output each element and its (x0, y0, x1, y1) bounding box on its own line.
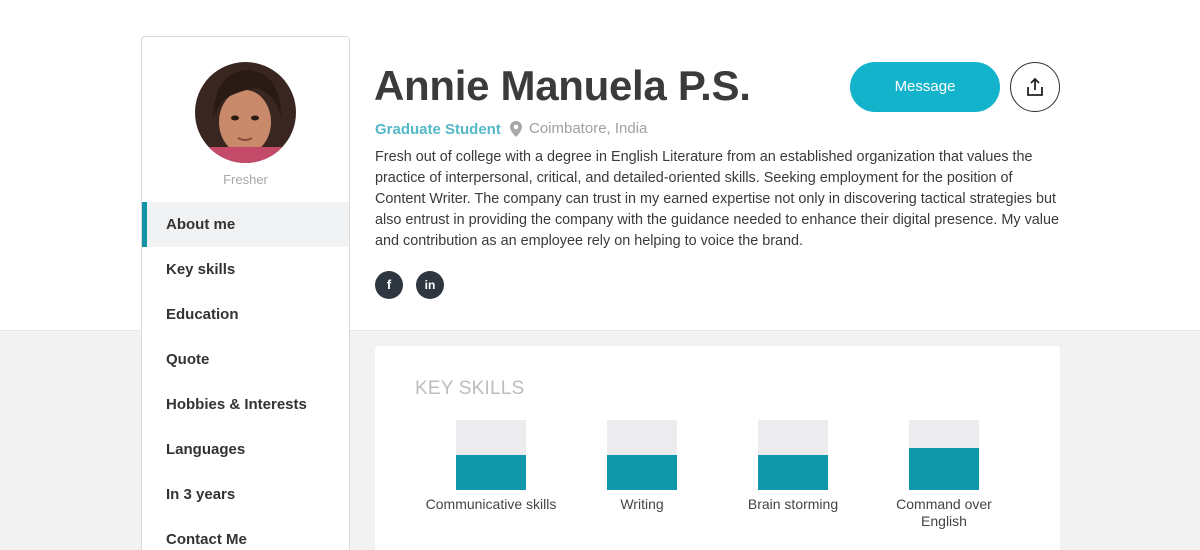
linkedin-icon[interactable]: in (416, 271, 444, 299)
sidebar-item-in-3-years[interactable]: In 3 years (142, 472, 349, 517)
key-skills-title: KEY SKILLS (415, 378, 525, 399)
location-text: Coimbatore, India (529, 120, 648, 137)
key-skills-card: KEY SKILLS Communicative skills Writing … (375, 346, 1060, 550)
sidebar-item-hobbies[interactable]: Hobbies & Interests (142, 382, 349, 427)
sidebar-item-education[interactable]: Education (142, 292, 349, 337)
location-pin-icon (510, 120, 522, 137)
skill-item: Communicative skills (421, 420, 561, 513)
skill-item: Writing (572, 420, 712, 513)
facebook-icon[interactable]: f (375, 271, 403, 299)
skill-label: Communicative skills (425, 496, 557, 512)
sidebar-item-languages[interactable]: Languages (142, 427, 349, 472)
skill-bar-fill (456, 455, 526, 490)
skill-bar-fill (607, 455, 677, 490)
skill-bar (456, 420, 526, 490)
avatar (195, 62, 296, 163)
profile-sidebar: Fresher About me Key skills Education Qu… (141, 36, 350, 550)
share-button[interactable] (1010, 62, 1060, 112)
sidebar-item-key-skills[interactable]: Key skills (142, 247, 349, 292)
skill-bar-fill (758, 455, 828, 490)
share-icon (1027, 77, 1043, 96)
profile-bio: Fresh out of college with a degree in En… (375, 149, 1059, 249)
message-button[interactable]: Message (850, 62, 1000, 112)
skill-label: Command over English (896, 496, 992, 529)
status-label: Fresher (223, 172, 268, 187)
skill-bar (607, 420, 677, 490)
sidebar-nav: About me Key skills Education Quote Hobb… (142, 202, 349, 550)
skill-bar-fill (909, 448, 979, 490)
skill-label: Writing (620, 496, 664, 512)
skill-item: Command over English (874, 420, 1014, 530)
skill-item: Brain storming (723, 420, 863, 513)
profile-role: Graduate Student (375, 121, 501, 138)
skill-bar (758, 420, 828, 490)
profile-location: Coimbatore, India (510, 120, 647, 137)
skill-bar (909, 420, 979, 490)
sidebar-item-quote[interactable]: Quote (142, 337, 349, 382)
sidebar-item-about-me[interactable]: About me (142, 202, 349, 247)
skill-label: Brain storming (747, 496, 839, 512)
profile-name: Annie Manuela P.S. (374, 62, 751, 109)
sidebar-item-contact-me[interactable]: Contact Me (142, 517, 349, 550)
